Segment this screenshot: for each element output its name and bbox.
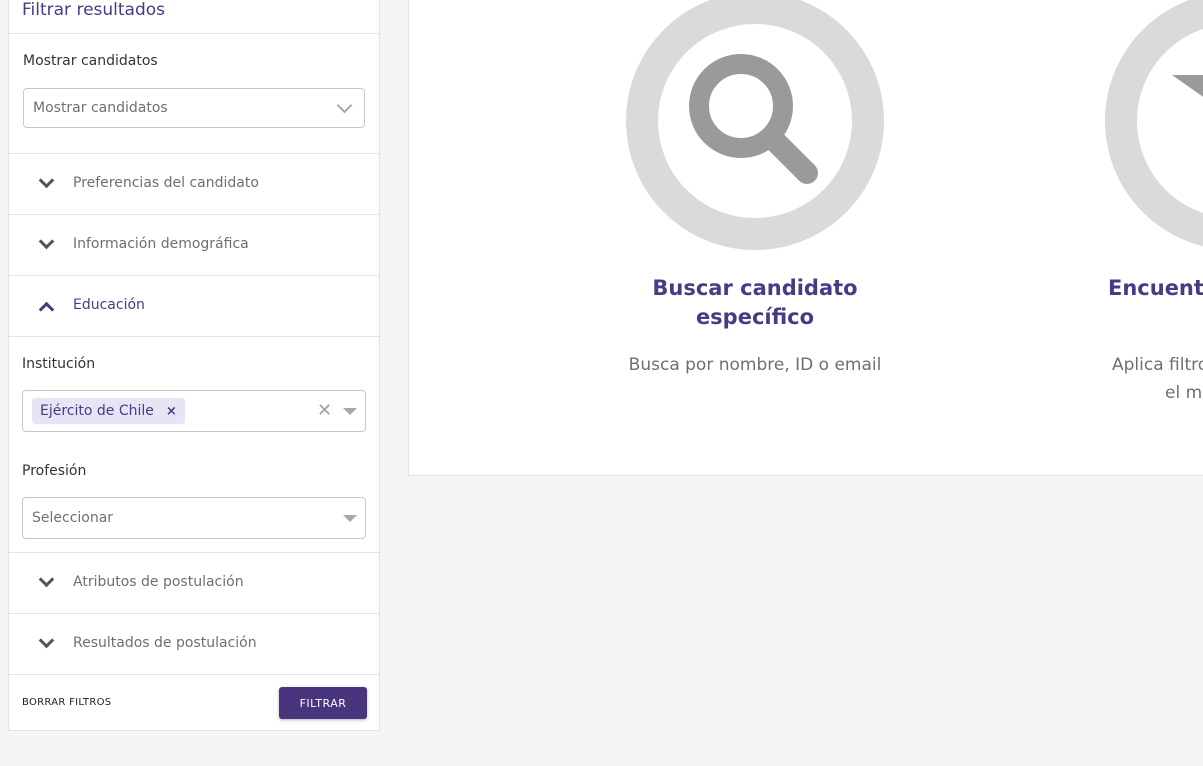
show-candidates-label: Mostrar candidatos [23,53,158,69]
sidebar-title: Filtrar resultados [22,0,166,20]
filter-button[interactable]: FILTRAR [279,687,367,719]
show-candidates-select[interactable]: Mostrar candidatos [23,88,365,128]
chevron-down-icon [336,97,353,114]
institution-label: Institución [22,356,96,372]
accordion-label: Resultados de postulación [73,635,257,651]
divider [9,336,379,337]
accordion-demographics[interactable]: Información demográfica [9,215,379,275]
accordion-education[interactable]: Educación [9,276,379,336]
option-title-line: Buscar candidato [652,276,858,300]
show-candidates-value: Mostrar candidatos [33,100,168,116]
chevron-down-icon [38,233,55,250]
search-options-card: Buscar candidato específico Busca por no… [408,0,1203,476]
accordion-label: Preferencias del candidato [73,175,259,191]
accordion-application-attributes[interactable]: Atributos de postulación [9,553,379,613]
accordion-label: Atributos de postulación [73,574,244,590]
institution-chip: Ejército de Chile × [32,398,185,424]
dropdown-caret-icon [343,408,357,415]
profession-label: Profesión [22,463,87,479]
institution-multiselect[interactable]: Ejército de Chile × ✕ [22,390,366,432]
option-description-line: Aplica filtro [1112,355,1203,375]
option-title: Encuentr [1108,276,1203,300]
profession-select[interactable]: Seleccionar [22,497,366,539]
divider [9,674,379,675]
accordion-label: Información demográfica [73,236,249,252]
filter-icon [1105,0,1203,247]
option-description: Aplica filtro el mo [1112,351,1203,407]
accordion-application-results[interactable]: Resultados de postulación [9,614,379,674]
clear-filters-button[interactable]: BORRAR FILTROS [22,697,111,708]
chevron-down-icon [38,571,55,588]
accordion-preferences[interactable]: Preferencias del candidato [9,154,379,214]
filter-sidebar: Filtrar resultados Mostrar candidatos Mo… [8,0,380,731]
divider [9,33,379,34]
option-description-line: el mo [1165,383,1203,403]
chevron-down-icon [38,632,55,649]
chevron-up-icon [38,301,55,318]
chevron-down-icon [38,172,55,189]
option-title: Buscar candidato específico [605,274,905,332]
option-description: Busca por nombre, ID o email [628,355,882,375]
clear-selection-icon[interactable]: ✕ [317,400,332,421]
chip-remove-icon[interactable]: × [166,404,177,419]
profession-placeholder: Seleccionar [32,510,114,526]
accordion-label: Educación [73,297,145,313]
option-title-line: específico [695,305,815,329]
chip-label: Ejército de Chile [40,403,154,419]
dropdown-caret-icon [343,515,357,522]
search-icon [626,0,884,250]
